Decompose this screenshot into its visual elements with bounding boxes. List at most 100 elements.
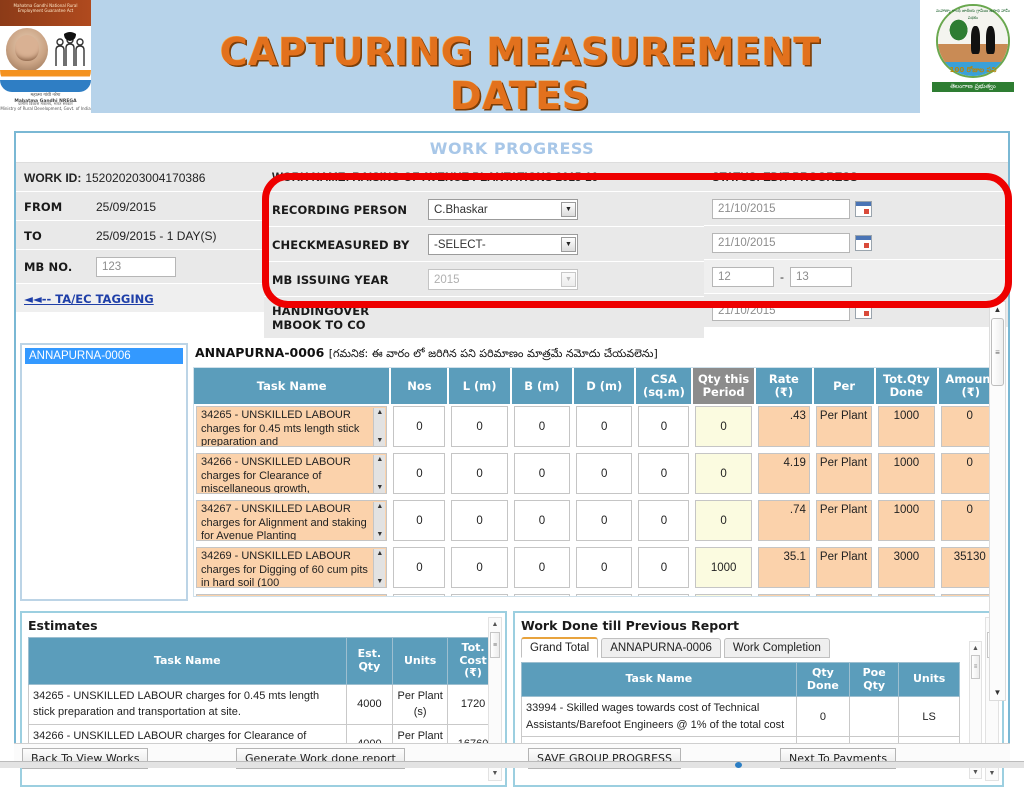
mb-page-from-input[interactable]: 12 [712,267,774,287]
ta-ec-tagging-link[interactable]: ◄◄-- TA/EC TAGGING [24,292,154,306]
mb-page-separator: - [780,270,784,284]
emblem-top-band-text: Mahatma Gandhi National Rural Employment… [13,3,78,13]
worker-figure-icon [971,26,980,54]
csa-input[interactable]: 0 [638,406,690,448]
calendar-icon[interactable] [855,235,872,251]
breadth-input[interactable]: 0 [513,594,571,596]
qty-this-period-input[interactable]: 0 [695,406,752,448]
calendar-icon[interactable] [855,303,872,319]
chevron-down-icon[interactable]: ▼ [561,272,576,287]
seal-arc-top-text: మహాత్మా గాంధీ జాతీయ గ్రామీణ ఉపాధి హామీ ప… [936,8,1010,20]
spinner-icon[interactable]: ▲▼ [373,549,386,588]
est-qty: 4000 [345,683,394,725]
tab-annapurna-0006[interactable]: ANNAPURNA-0006 [601,638,721,658]
task-name-cell[interactable]: 34269 - UNSKILLED LABOUR charges for Dig… [196,547,388,589]
handingover-ec-apo-input[interactable]: 21/10/2015 [712,199,850,219]
task-name-cell[interactable]: 34272 - UNSKILLED LABOUR charges for Int… [196,594,388,597]
mb-page-to-input[interactable]: 13 [790,267,852,287]
spinner-icon[interactable]: ▲▼ [373,408,386,447]
group-list[interactable]: ANNAPURNA-0006 [20,343,188,601]
progress-grid-note: [గమనిక: ఈ వారం లో జరిగిన పని పరిమాణం మాత… [328,347,658,360]
breadth-input[interactable]: 0 [513,453,571,495]
handingover-mbook-to-co-label: HANDINGOVER MBOOK TO CO [264,297,420,338]
qty-this-period-input[interactable]: 0 [695,500,752,542]
scroll-up-icon[interactable]: ▲ [970,642,981,654]
table-row: 34265 - UNSKILLED LABOUR charges for 0.4… [194,404,1003,452]
from-value: 25/09/2015 [88,192,264,220]
scroll-down-icon[interactable]: ▼ [489,767,501,780]
gandhi-portrait-icon [6,28,48,72]
tab-work-completion[interactable]: Work Completion [723,638,830,658]
nos-input[interactable]: 0 [393,406,446,448]
spinner-icon[interactable]: ▲▼ [373,502,386,541]
task-name-cell[interactable]: 34266 - UNSKILLED LABOUR charges for Cle… [196,453,388,495]
list-item[interactable]: ANNAPURNA-0006 [25,348,183,364]
depth-input[interactable]: 0 [576,453,633,495]
length-input[interactable]: 0 [451,453,508,495]
form-column-middle: WORK NAME: RAISING OF AVENUE PLANTATIONS… [264,163,704,339]
chevron-down-icon[interactable]: ▼ [561,237,576,252]
table-row: 33994 - Skilled wages towards cost of Te… [521,696,960,738]
scroll-down-icon[interactable]: ▼ [986,767,998,780]
mb-issuing-year-select[interactable]: 2015 ▼ [428,269,578,290]
estimates-header-row: Task Name Est. Qty Units Tot. Cost (₹) [28,637,499,685]
scrollbar-thumb[interactable]: ≡ [991,318,1004,386]
system-tray-icon[interactable] [735,762,742,768]
nos-input[interactable]: 0 [393,594,446,596]
task-name-cell[interactable]: 34265 - UNSKILLED LABOUR charges for 0.4… [196,406,388,448]
breadth-input[interactable]: 0 [513,547,571,589]
csa-input[interactable]: 0 [638,547,690,589]
length-input[interactable]: 0 [451,547,508,589]
scroll-up-icon[interactable]: ▲ [990,302,1005,317]
qty-this-period-input[interactable]: 1000 [695,547,752,589]
length-input[interactable]: 0 [451,594,508,596]
col-task-name: Task Name [194,368,392,405]
mb-no-input[interactable]: 123 [96,257,176,277]
scrollbar-thumb[interactable]: ≡ [971,655,980,679]
est-col-task-name: Task Name [28,637,347,685]
table-row: 34266 - UNSKILLED LABOUR charges for Cle… [194,451,1003,499]
depth-input[interactable]: 0 [576,594,633,596]
spinner-icon[interactable]: ▲▼ [373,455,386,494]
csa-input[interactable]: 0 [638,594,690,596]
handingover-ec-apo-row: 21/10/2015 [704,192,1008,226]
status-row: STATUS: EDIT PROGRESS [704,163,1008,192]
tab-grand-total[interactable]: Grand Total [521,637,599,658]
mgnrega-emblem: Mahatma Gandhi National Rural Employment… [0,0,91,113]
scroll-down-icon[interactable]: ▼ [990,685,1005,700]
nos-input[interactable]: 0 [393,453,446,495]
col-rate: Rate (₹) [755,368,814,405]
handingover-co-input[interactable]: 21/10/2015 [712,301,850,321]
wd-col-poe-qty: Poe Qty [849,661,900,698]
recieving-ta-tta-input[interactable]: 21/10/2015 [712,233,850,253]
spinner-icon[interactable]: ▲▼ [373,596,385,597]
depth-input[interactable]: 0 [576,547,633,589]
checkmeasured-by-label: CHECKMEASURED BY [264,227,420,261]
chevron-down-icon[interactable]: ▼ [561,202,576,217]
task-name-cell[interactable]: 34267 - UNSKILLED LABOUR charges for Ali… [196,500,388,542]
handingover-co-label-row: HANDINGOVER MBOOK TO CO [264,297,704,339]
breadth-input[interactable]: 0 [513,406,571,448]
scroll-up-icon[interactable]: ▲ [489,618,501,631]
nos-input[interactable]: 0 [393,547,446,589]
to-label: TO [16,221,88,249]
nos-input[interactable]: 0 [393,500,446,542]
depth-input[interactable]: 0 [576,406,633,448]
checkmeasured-by-value: -SELECT- [434,238,486,251]
depth-input[interactable]: 0 [576,500,633,542]
qty-this-period-input[interactable]: 0 [695,594,752,596]
length-input[interactable]: 0 [451,406,508,448]
blue-wave-arc [0,80,91,92]
form-column-right: STATUS: EDIT PROGRESS 21/10/2015 21/10/2… [704,163,1008,339]
calendar-icon[interactable] [855,201,872,217]
recording-person-select[interactable]: C.Bhaskar ▼ [428,199,578,220]
checkmeasured-by-select[interactable]: -SELECT- ▼ [428,234,578,255]
scrollbar-thumb[interactable]: ≡ [490,632,500,658]
qty-this-period-input[interactable]: 0 [695,453,752,495]
breadth-input[interactable]: 0 [513,500,571,542]
status-value: EDIT PROGRESS [763,171,858,184]
length-input[interactable]: 0 [451,500,508,542]
csa-input[interactable]: 0 [638,500,690,542]
page-scrollbar[interactable]: ▲ ≡ ▼ [989,301,1006,701]
csa-input[interactable]: 0 [638,453,690,495]
